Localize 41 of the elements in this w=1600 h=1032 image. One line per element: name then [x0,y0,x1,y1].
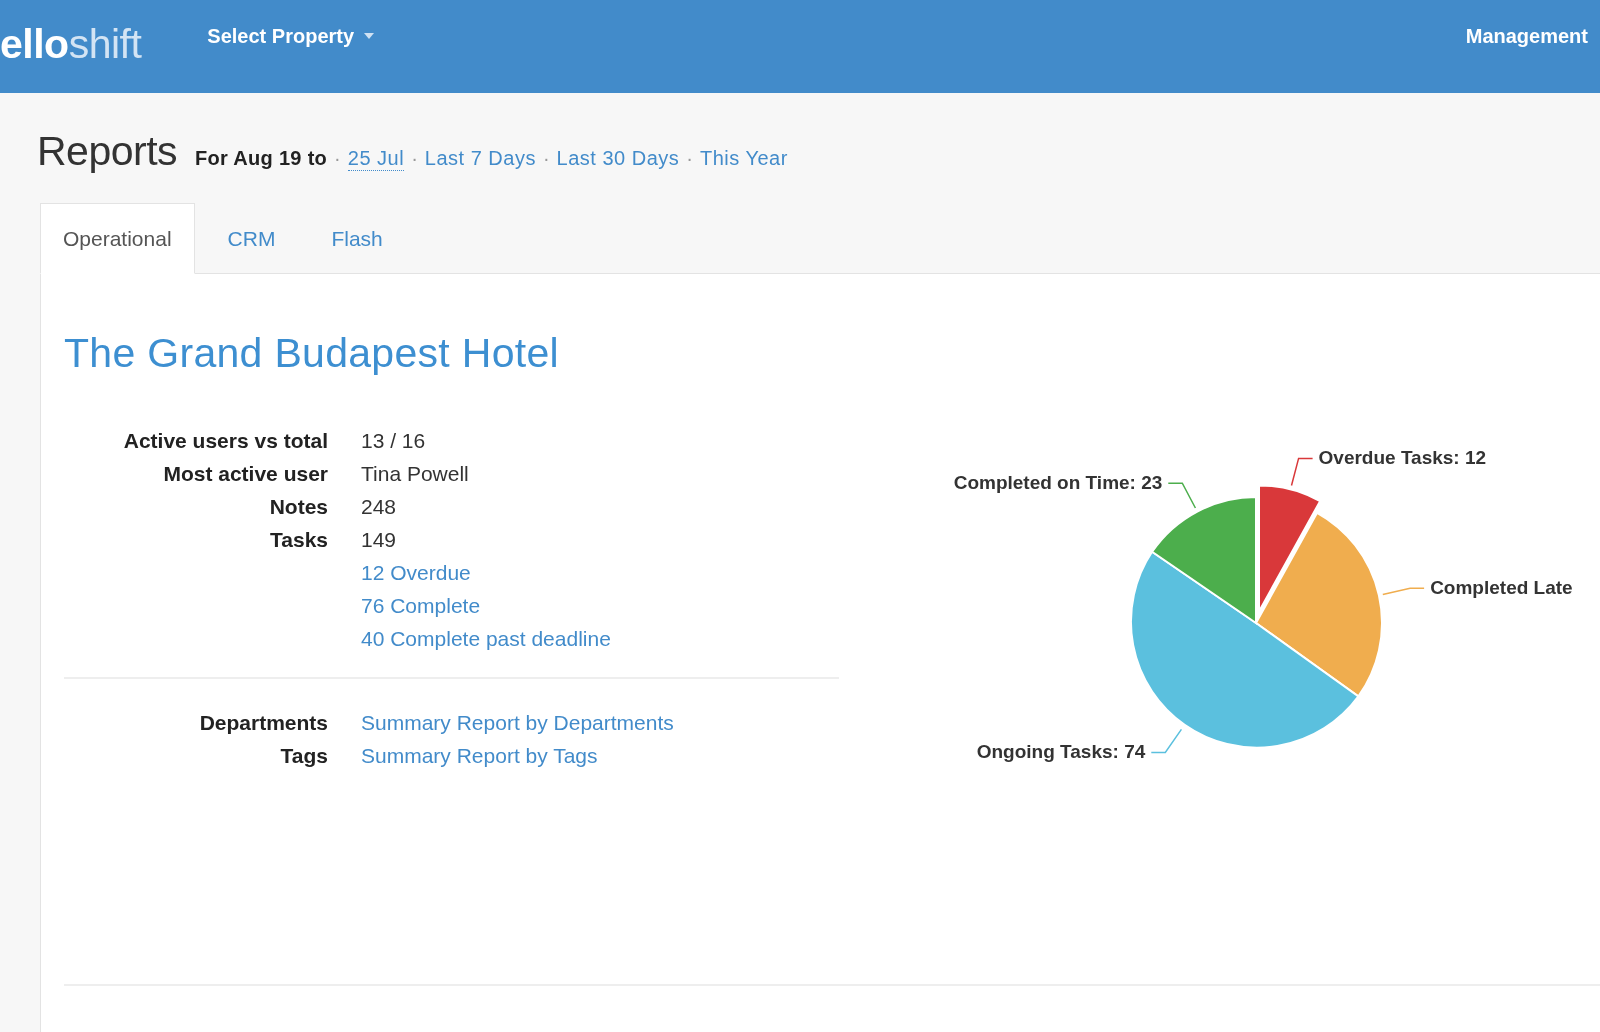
date-range-link[interactable]: Last 7 Days [424,147,536,170]
management-menu[interactable]: Management [1465,23,1588,49]
separator: · [334,147,341,170]
leader-line [1167,482,1197,509]
date-picker-link[interactable]: 25 Jul [347,147,405,171]
summary-report-link[interactable]: Summary Report by Tags [361,739,598,772]
stat-value: 248 [361,494,397,520]
summary-report-link[interactable]: Summary Report by Departments [361,706,674,739]
leader-line [1290,457,1314,487]
caret-icon [364,33,375,39]
stat-value: Tina Powell [361,461,469,487]
tab[interactable]: Operational [40,203,195,274]
chart-label: Completed on Time: 23 [953,472,1163,494]
separator: · [542,147,550,170]
task-link[interactable]: 76 Complete [361,589,481,622]
chart-label: Ongoing Tasks: 74 [976,741,1146,763]
property-dropdown[interactable]: Select Property [207,23,375,49]
leader-line [1382,587,1425,596]
tab[interactable]: Flash [308,203,406,274]
leader-line [1150,728,1183,754]
stat-value: 149 [361,527,397,553]
task-link[interactable]: 40 Complete past deadline [361,622,611,655]
logo[interactable]: elloshift [0,21,142,67]
stat-label: Tasks [270,527,328,553]
stat-value: 13 / 16 [361,428,426,454]
summary-label: Tags [280,743,328,769]
chart-label: Overdue Tasks: 12 [1318,447,1487,469]
task-link[interactable]: 12 Overdue [361,556,471,589]
page-title: Reports [37,129,178,173]
date-range-label: For Aug 19 to [195,147,328,170]
stat-label: Most active user [163,461,328,487]
date-range-link[interactable]: Last 30 Days [556,147,680,170]
separator: · [686,147,693,170]
summary-label: Departments [199,710,328,736]
chart-label: Completed Late [1430,577,1573,599]
hotel-title: The Grand Budapest Hotel [64,329,560,377]
stat-label: Active users vs total [123,428,328,454]
tab[interactable]: CRM [204,203,299,274]
date-range-link[interactable]: This Year [700,147,788,170]
stat-label: Notes [269,494,328,520]
separator: · [411,147,418,170]
